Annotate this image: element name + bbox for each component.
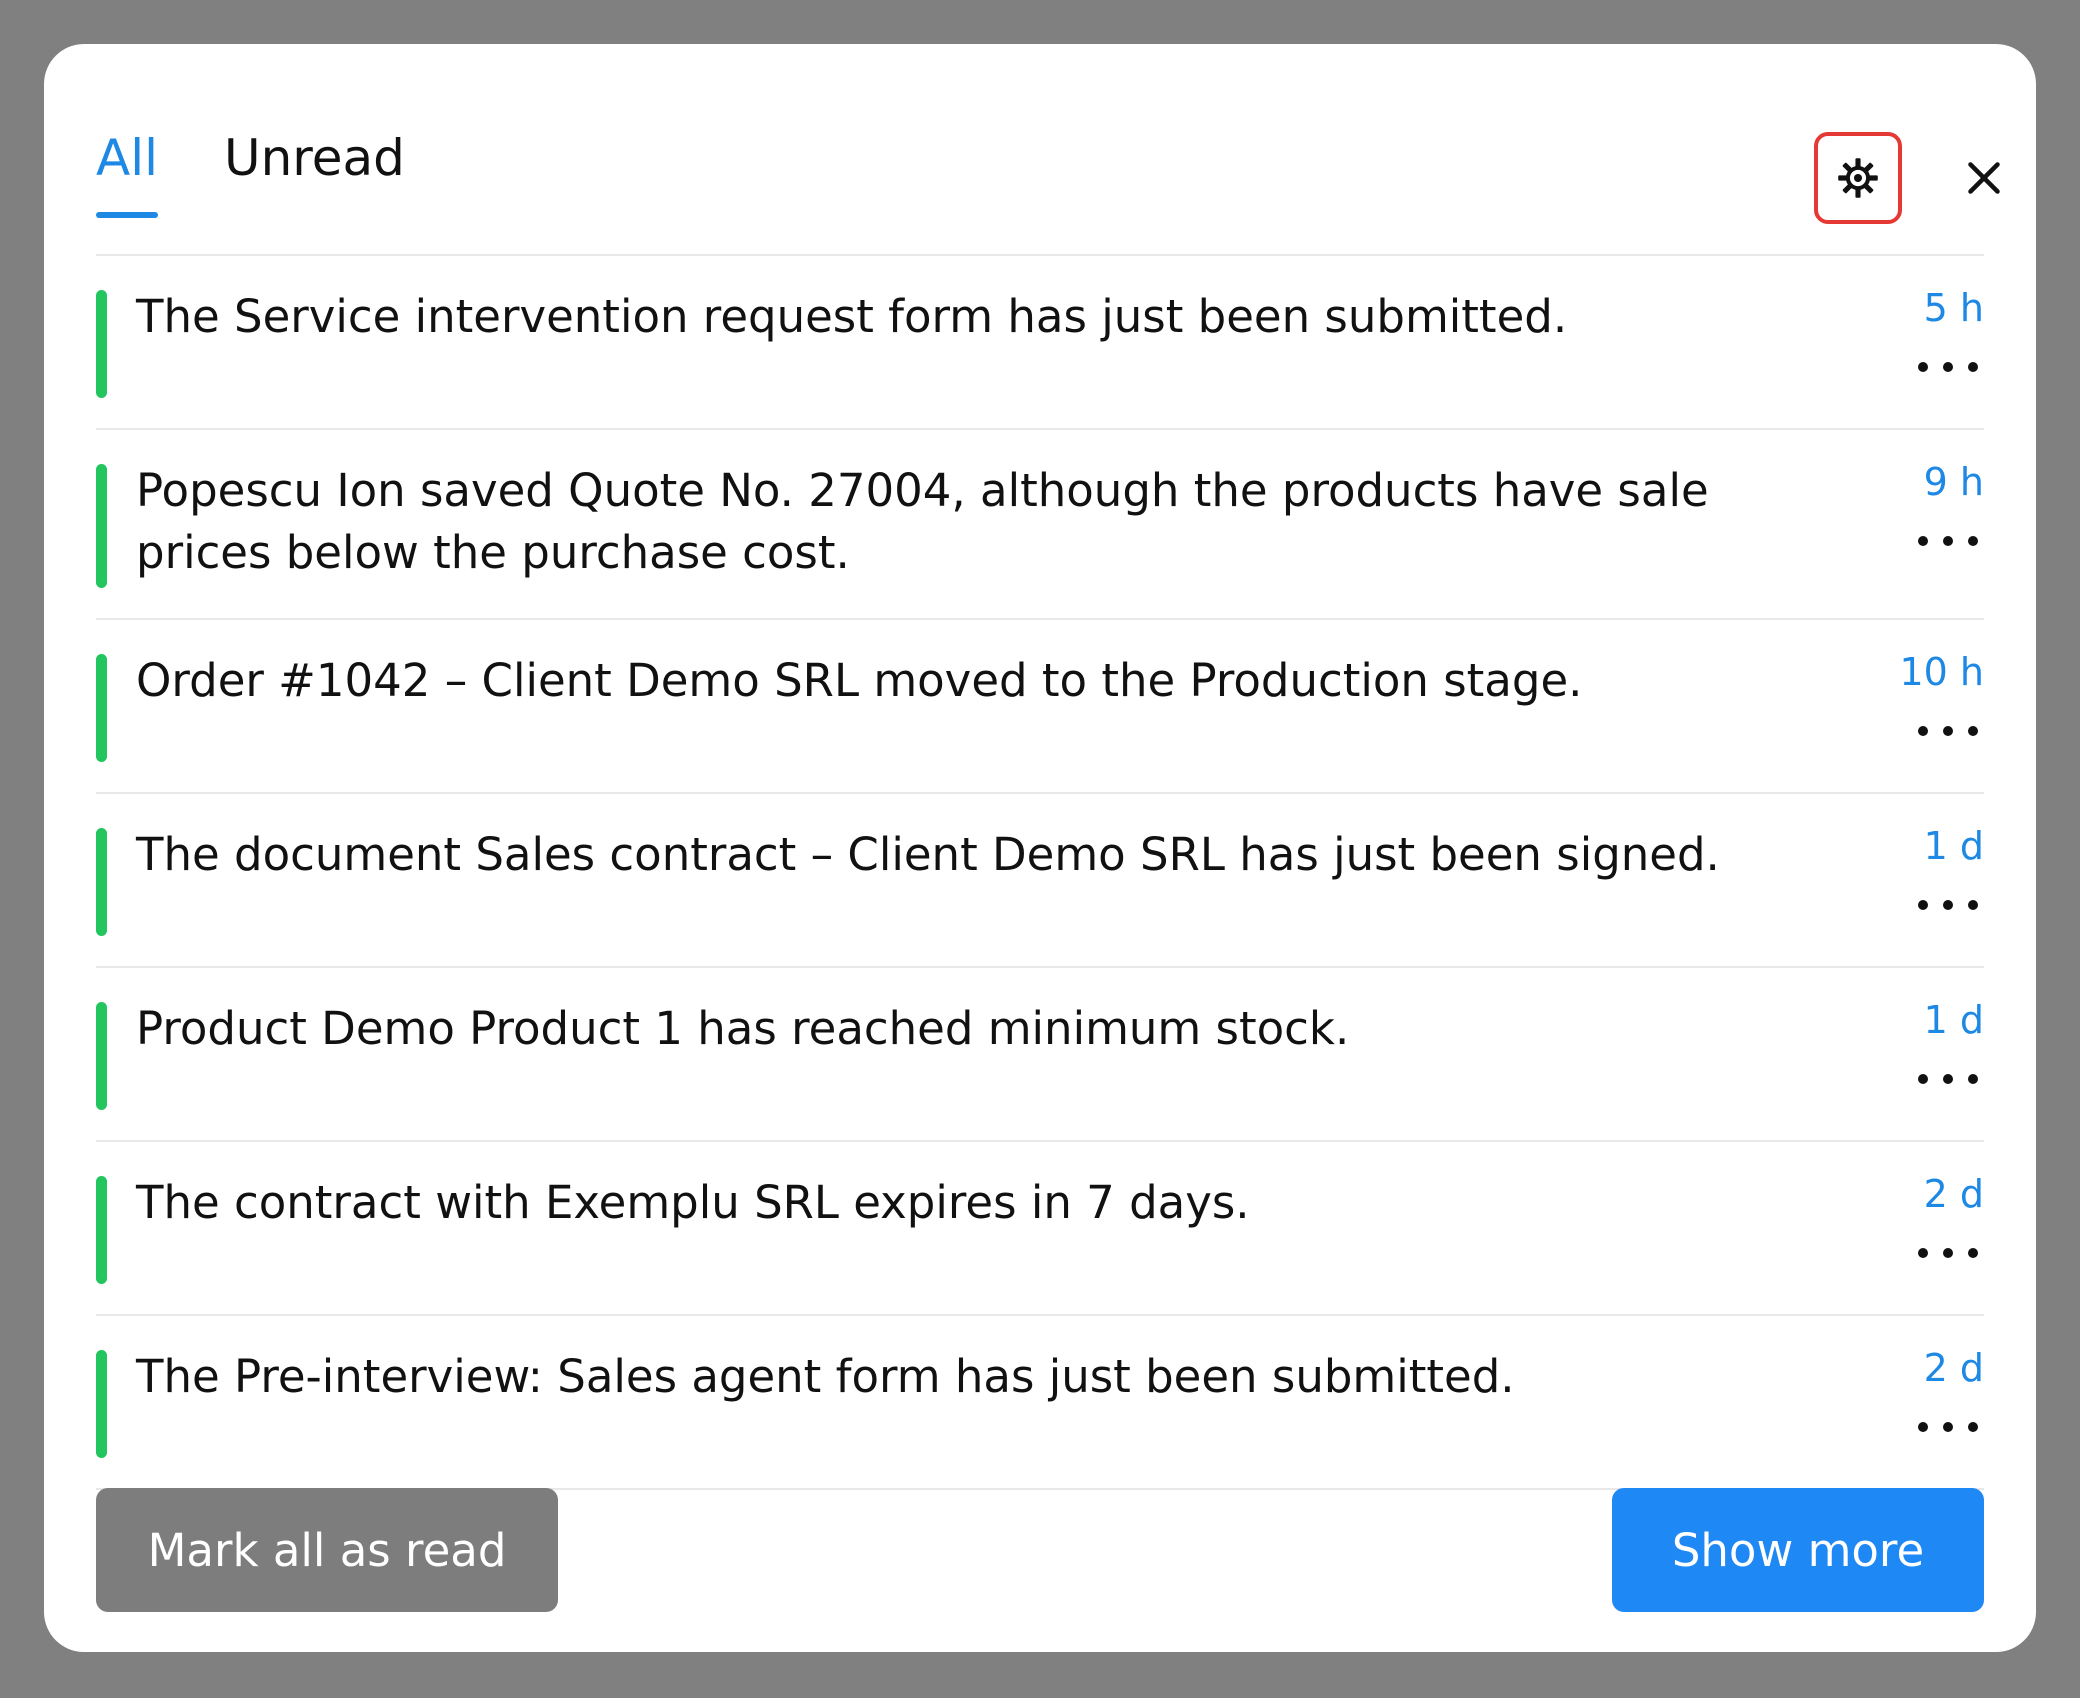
show-more-button[interactable]: Show more — [1612, 1488, 1984, 1612]
notification-message: Order #1042 – Client Demo SRL moved to t… — [136, 654, 1583, 707]
notification-time: 2 d — [1923, 1172, 1984, 1216]
notification-item[interactable]: Order #1042 – Client Demo SRL moved to t… — [96, 620, 1984, 794]
unread-indicator — [96, 654, 107, 762]
unread-indicator — [96, 1002, 107, 1110]
notification-time: 1 d — [1923, 824, 1984, 868]
tab-unread[interactable]: Unread — [224, 88, 405, 228]
notification-item[interactable]: The contract with Exemplu SRL expires in… — [96, 1142, 1984, 1316]
close-button[interactable] — [1954, 148, 2014, 208]
unread-indicator — [96, 1176, 107, 1284]
notification-message: The document Sales contract – Client Dem… — [136, 828, 1720, 881]
unread-indicator — [96, 1350, 107, 1458]
more-dots-icon[interactable] — [1918, 352, 1978, 382]
more-dots-icon[interactable] — [1918, 526, 1978, 556]
close-icon — [1968, 162, 2000, 194]
more-dots-icon[interactable] — [1918, 1238, 1978, 1268]
notification-message: The Service intervention request form ha… — [136, 290, 1568, 343]
unread-indicator — [96, 290, 107, 398]
notification-time: 2 d — [1923, 1346, 1984, 1390]
notification-item[interactable]: The Service intervention request form ha… — [96, 256, 1984, 430]
notifications-panel: All Unread The Service intervention requ… — [44, 44, 2036, 1652]
mark-all-read-button[interactable]: Mark all as read — [96, 1488, 558, 1612]
notification-list: The Service intervention request form ha… — [96, 256, 1984, 1490]
notification-message: Popescu Ion saved Quote No. 27004, altho… — [136, 464, 1709, 579]
notification-item[interactable]: The Pre-interview: Sales agent form has … — [96, 1316, 1984, 1490]
notification-item[interactable]: Product Demo Product 1 has reached minim… — [96, 968, 1984, 1142]
notification-message: Product Demo Product 1 has reached minim… — [136, 1002, 1350, 1055]
notification-message: The contract with Exemplu SRL expires in… — [136, 1176, 1250, 1229]
unread-indicator — [96, 464, 107, 588]
notification-time: 5 h — [1923, 286, 1984, 330]
notification-message: The Pre-interview: Sales agent form has … — [136, 1350, 1515, 1403]
notification-time: 10 h — [1899, 650, 1984, 694]
more-dots-icon[interactable] — [1918, 1412, 1978, 1442]
notification-time: 9 h — [1923, 460, 1984, 504]
settings-button[interactable] — [1814, 132, 1902, 224]
more-dots-icon[interactable] — [1918, 716, 1978, 746]
gear-icon — [1838, 158, 1878, 198]
notification-item[interactable]: The document Sales contract – Client Dem… — [96, 794, 1984, 968]
notification-item[interactable]: Popescu Ion saved Quote No. 27004, altho… — [96, 430, 1984, 620]
more-dots-icon[interactable] — [1918, 890, 1978, 920]
more-dots-icon[interactable] — [1918, 1064, 1978, 1094]
notifications-header: All Unread — [96, 88, 2000, 256]
notification-time: 1 d — [1923, 998, 1984, 1042]
unread-indicator — [96, 828, 107, 936]
tab-all[interactable]: All — [96, 88, 158, 228]
